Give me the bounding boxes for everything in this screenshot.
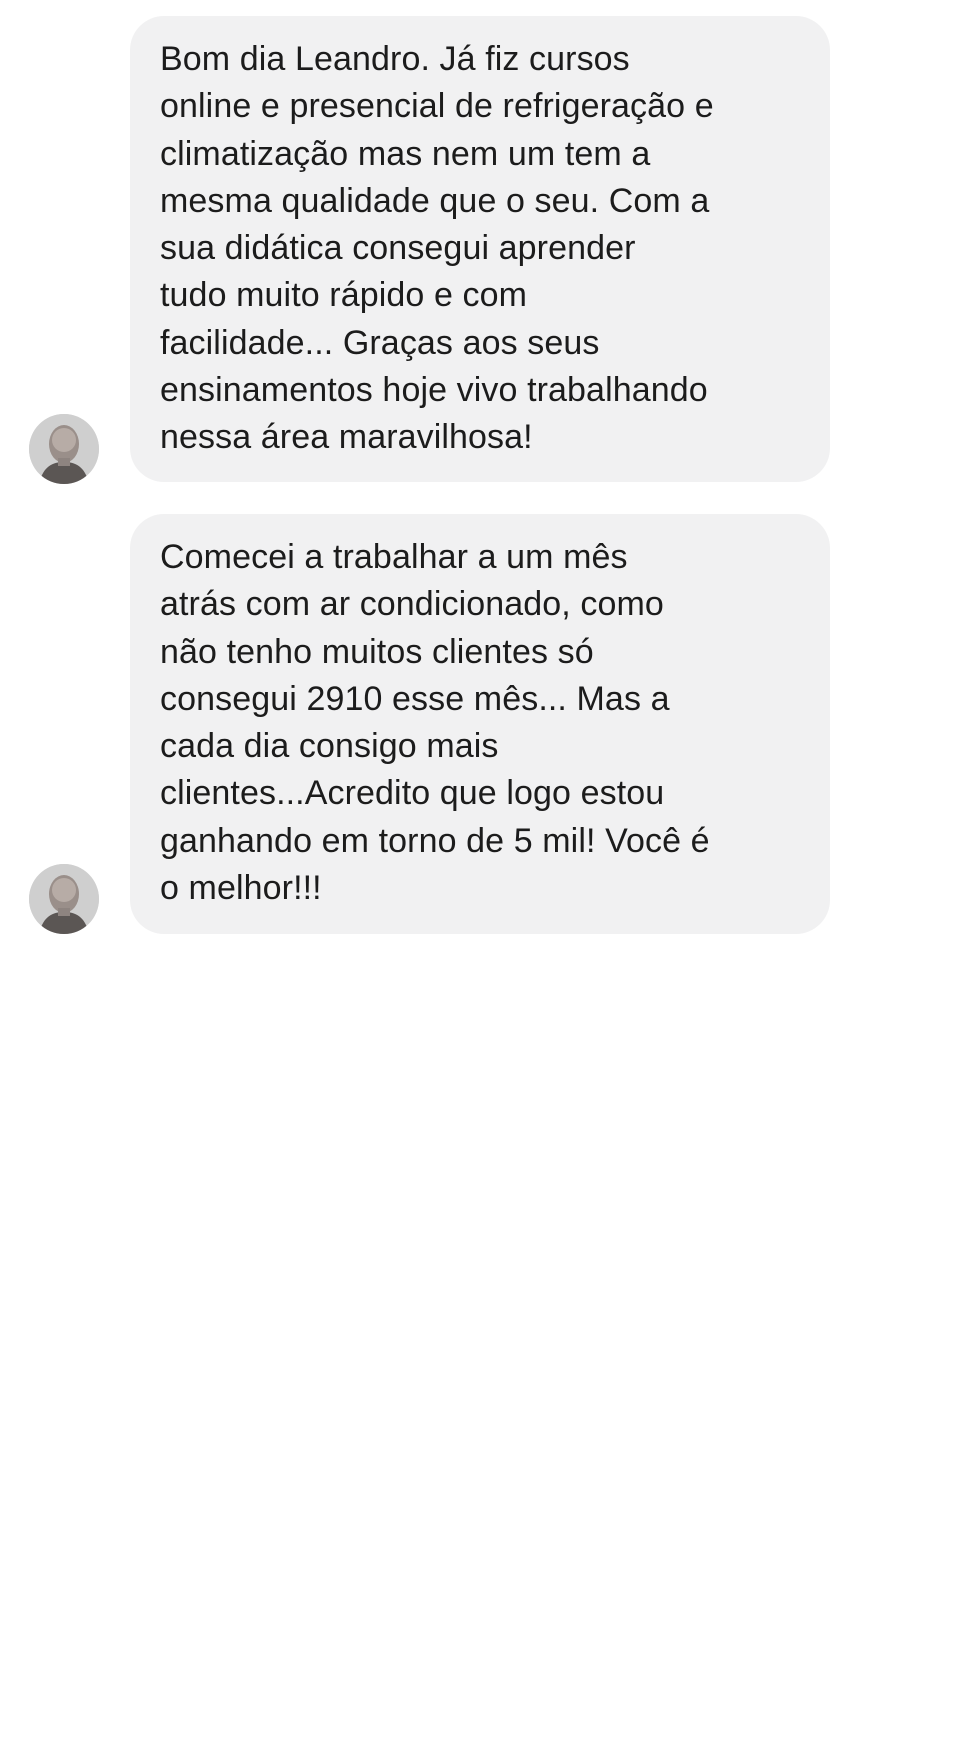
user-avatar-icon[interactable] (29, 864, 99, 934)
message-row: Comecei a trabalhar a um mês atrás com a… (0, 514, 980, 936)
message-row: Bom dia Leandro. Já fiz cursos online e … (0, 16, 980, 484)
message-bubble[interactable]: Bom dia Leandro. Já fiz cursos online e … (130, 16, 830, 482)
chat-thread: Bom dia Leandro. Já fiz cursos online e … (0, 0, 980, 1742)
user-avatar-icon[interactable] (29, 414, 99, 484)
message-bubble[interactable]: Comecei a trabalhar a um mês atrás com a… (130, 514, 830, 934)
message-text: Bom dia Leandro. Já fiz cursos online e … (160, 40, 714, 457)
message-text: Comecei a trabalhar a um mês atrás com a… (160, 538, 710, 908)
